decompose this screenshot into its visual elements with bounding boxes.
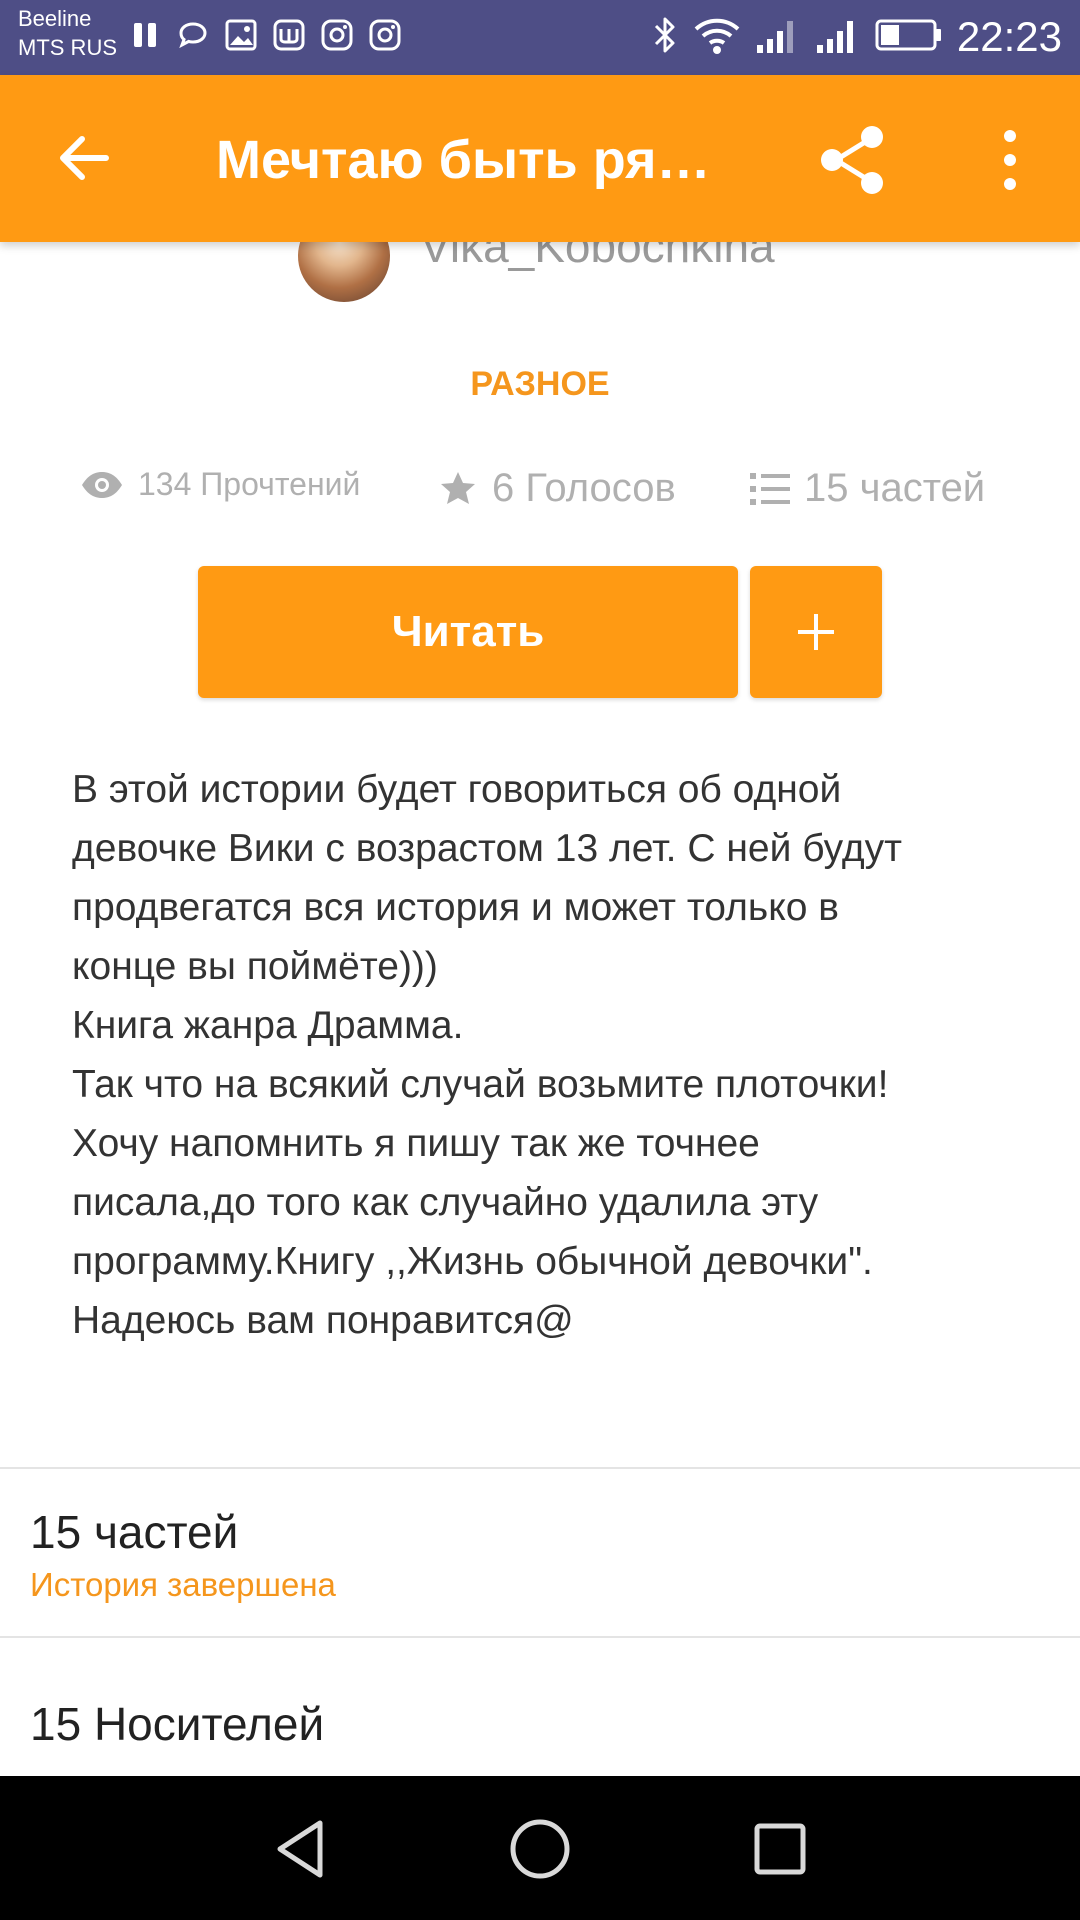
pause-icon	[128, 18, 162, 52]
notification-icons	[128, 18, 402, 52]
gallery-icon	[224, 18, 258, 52]
votes-stat: 6 Голосов	[438, 466, 676, 511]
triangle-back-icon	[277, 1820, 323, 1878]
media-section-title[interactable]: 15 Носителей	[30, 1697, 324, 1751]
circle-home-icon	[510, 1819, 570, 1879]
square-recents-icon	[754, 1823, 806, 1875]
story-description: В этой истории будет говориться об одной…	[72, 768, 903, 1342]
instagram-icon	[368, 18, 402, 52]
share-button[interactable]	[812, 120, 892, 200]
nav-back-button[interactable]	[265, 1814, 335, 1884]
clock: 22:23	[956, 13, 1062, 60]
parts-section-title[interactable]: 15 частей	[30, 1505, 238, 1559]
read-button[interactable]: Читать	[198, 566, 738, 698]
list-icon	[750, 472, 790, 505]
reads-stat: 134 Прочтений	[80, 466, 360, 503]
more-vert-icon	[1004, 130, 1016, 190]
eye-icon	[82, 471, 122, 498]
signal-icon	[815, 15, 861, 60]
share-icon	[821, 126, 883, 194]
parts-count: 15 частей	[804, 466, 986, 510]
status-bar: Beeline MTS RUS 22:23	[0, 0, 1080, 75]
wifi-icon	[693, 15, 741, 60]
category-label[interactable]: РАЗНОЕ	[0, 365, 1080, 404]
carrier-2: MTS RUS	[18, 35, 117, 60]
back-button[interactable]	[50, 123, 120, 193]
nav-recents-button[interactable]	[745, 1814, 815, 1884]
signal-icon	[755, 15, 801, 60]
navigation-bar	[0, 1776, 1080, 1920]
app-icon	[272, 18, 306, 52]
system-icons: 22:23	[651, 12, 1062, 62]
story-title: Мечтаю быть ря…	[216, 130, 711, 190]
nav-home-button[interactable]	[505, 1814, 575, 1884]
votes-count: 6 Голосов	[492, 466, 676, 510]
back-arrow-icon	[60, 136, 109, 180]
star-icon	[441, 471, 475, 504]
carrier-1: Beeline	[18, 6, 92, 31]
plus-icon	[798, 614, 834, 650]
more-options-button[interactable]	[985, 120, 1035, 200]
carrier-info: Beeline MTS RUS	[18, 4, 117, 62]
parts-stat: 15 частей	[750, 466, 985, 511]
divider	[0, 1467, 1080, 1469]
reads-count: 134 Прочтений	[138, 466, 361, 502]
instagram-icon	[320, 18, 354, 52]
app-bar: Мечтаю быть ря…	[0, 75, 1080, 242]
add-to-library-button[interactable]	[750, 566, 882, 698]
bluetooth-icon	[651, 15, 679, 60]
battery-icon	[875, 18, 943, 57]
story-stats: 134 Прочтений 6 Голосов 15 частей	[80, 466, 1020, 522]
divider	[0, 1636, 1080, 1638]
chat-icon	[176, 18, 210, 52]
completion-status: История завершена	[30, 1566, 336, 1603]
